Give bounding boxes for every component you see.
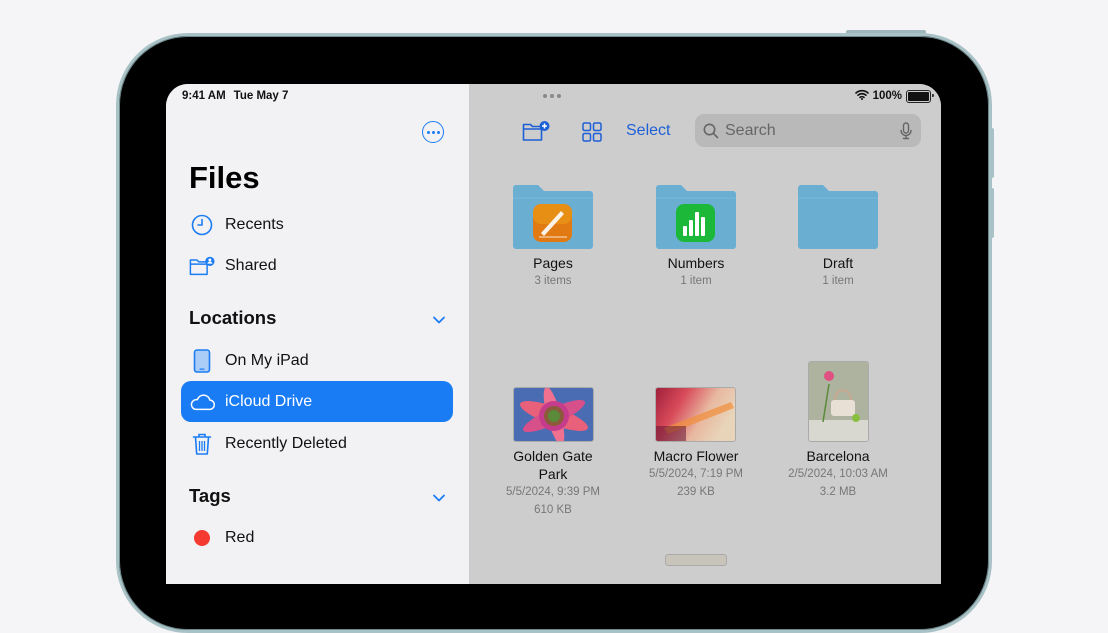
volume-up-button	[990, 128, 994, 178]
more-options-button[interactable]	[422, 121, 444, 143]
file-name: Barcelona	[806, 448, 870, 464]
file-name: Macro Flower	[653, 448, 739, 464]
sidebar: 9:41 AM Tue May 7 Files Recents Shared Lo…	[166, 84, 469, 584]
volume-down-button	[990, 188, 994, 238]
grid-view-icon[interactable]	[582, 122, 602, 147]
file-date: 2/5/2024, 10:03 AM	[788, 468, 888, 480]
ipad-icon	[189, 348, 215, 374]
time: 9:41 AM	[182, 90, 226, 102]
file-date: 5/5/2024, 7:19 PM	[649, 468, 743, 480]
microphone-icon[interactable]	[900, 121, 912, 140]
red-tag-icon	[189, 525, 215, 551]
sidebar-item-label: iCloud Drive	[225, 392, 313, 410]
partial-thumbnail	[665, 554, 727, 566]
image-thumbnail	[513, 387, 594, 442]
sidebar-item-recents[interactable]: Recents	[181, 204, 453, 245]
file-date: 5/5/2024, 9:39 PM	[506, 486, 600, 498]
battery-icon	[906, 89, 934, 103]
more-icon	[426, 130, 430, 134]
search-icon	[703, 123, 719, 139]
multitasking-handle[interactable]	[543, 94, 561, 98]
status-indicators: 100%	[854, 89, 934, 103]
date: Tue May 7	[233, 90, 289, 102]
shared-folder-icon	[189, 253, 215, 279]
folder-count: 1 item	[680, 275, 712, 287]
file-size: 3.2 MB	[819, 486, 857, 498]
folder-icon	[798, 185, 878, 249]
status-time: 9:41 AM Tue May 7	[182, 90, 296, 102]
select-button[interactable]: Select	[626, 122, 670, 140]
folder-name: Numbers	[667, 255, 725, 271]
dot	[557, 94, 561, 98]
folder-count: 3 items	[534, 275, 572, 287]
folder-icon	[513, 185, 593, 249]
more-icon-dot	[436, 130, 440, 134]
chevron-down-icon[interactable]	[432, 490, 446, 508]
search-placeholder: Search	[725, 121, 776, 139]
sidebar-item-tag-red[interactable]: Red	[181, 517, 453, 558]
image-thumbnail	[808, 361, 869, 442]
clock-icon	[189, 212, 215, 238]
screen: 9:41 AM Tue May 7 Files Recents Shared Lo…	[166, 84, 941, 584]
folder-count: 1 item	[822, 275, 854, 287]
sidebar-item-label: Red	[225, 528, 255, 546]
sidebar-item-label: Recents	[225, 215, 284, 233]
sidebar-item-shared[interactable]: Shared	[181, 245, 453, 286]
chevron-down-icon[interactable]	[432, 312, 446, 330]
folder-name: Pages	[533, 255, 573, 271]
folder-icon	[656, 185, 736, 249]
sidebar-item-icloud-drive[interactable]: iCloud Drive	[181, 381, 453, 422]
image-thumbnail	[655, 387, 736, 442]
sidebar-item-recently-deleted[interactable]: Recently Deleted	[181, 423, 453, 464]
file-name-line2: Park	[538, 466, 568, 482]
trash-icon	[189, 431, 215, 457]
cloud-icon	[189, 389, 215, 415]
sidebar-item-label: On My iPad	[225, 351, 309, 369]
file-size: 239 KB	[677, 486, 715, 498]
locations-header: Locations	[189, 307, 277, 328]
file-size: 610 KB	[534, 504, 572, 516]
new-folder-icon[interactable]	[522, 120, 550, 147]
sidebar-item-label: Recently Deleted	[225, 434, 347, 452]
wifi-icon	[854, 89, 869, 103]
dot	[550, 94, 554, 98]
folder-name: Draft	[822, 255, 854, 271]
search-input[interactable]: Search	[695, 114, 921, 147]
dot	[543, 94, 547, 98]
tags-header: Tags	[189, 485, 231, 506]
sidebar-title: Files	[189, 160, 260, 195]
file-name: Golden Gate	[513, 448, 593, 464]
sidebar-item-label: Shared	[225, 256, 277, 274]
more-icon-dot	[431, 130, 435, 134]
sidebar-item-on-my-ipad[interactable]: On My iPad	[181, 340, 453, 381]
battery-percent: 100%	[872, 90, 902, 102]
main-content: 100% Select Search Pages 3 items Numbers…	[469, 84, 941, 584]
